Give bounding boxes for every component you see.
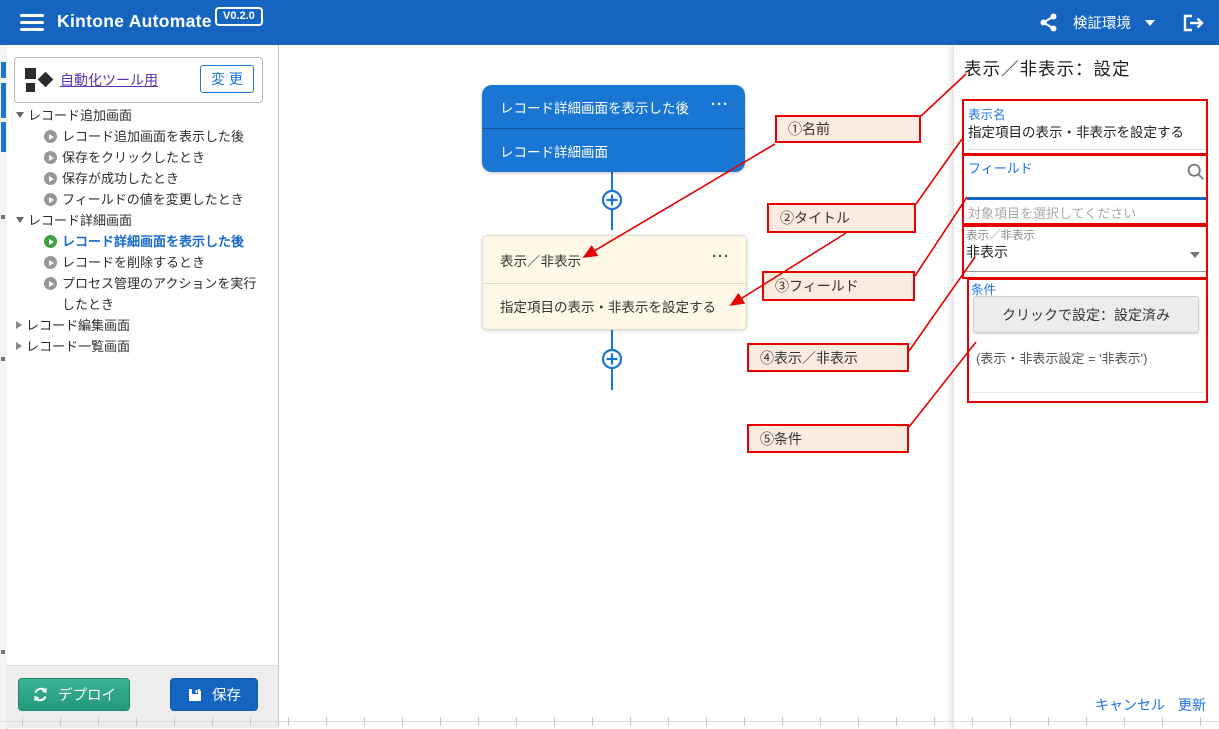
condition-summary: (表示・非表示設定 = '非表示') bbox=[976, 348, 1147, 367]
app-icon bbox=[25, 67, 51, 93]
tree-label: レコード追加画面を表示した後 bbox=[62, 126, 244, 147]
tree-label: レコードを削除するとき bbox=[62, 252, 205, 273]
deploy-button[interactable]: デプロイ bbox=[18, 678, 130, 711]
field-label: フィールド bbox=[968, 158, 1033, 177]
share-icon[interactable] bbox=[1038, 12, 1059, 33]
deploy-button-label: デプロイ bbox=[58, 684, 116, 705]
tree-item[interactable]: 保存をクリックしたとき bbox=[16, 147, 270, 168]
version-badge: V0.2.0 bbox=[215, 7, 263, 26]
search-icon[interactable] bbox=[1186, 162, 1206, 182]
node-menu-icon[interactable]: ··· bbox=[711, 96, 729, 113]
environment-selector[interactable]: 検証環境 bbox=[1073, 12, 1131, 33]
trigger-node-title: レコード詳細画面を表示した後 bbox=[500, 85, 705, 128]
field-input-underline bbox=[967, 197, 1206, 200]
play-icon bbox=[44, 256, 57, 269]
chevron-down-icon[interactable] bbox=[1145, 20, 1155, 26]
annotation-field: ③フィールド bbox=[762, 271, 915, 301]
cancel-link[interactable]: キャンセル bbox=[1095, 695, 1165, 715]
sync-icon bbox=[32, 686, 49, 703]
settings-panel: 表示／非表示：設定 表示名 指定項目の表示・非表示を設定する フィールド 対象項… bbox=[953, 45, 1219, 729]
tree-item[interactable]: プロセス管理のアクションを実行したとき bbox=[16, 273, 270, 315]
play-icon bbox=[44, 151, 57, 164]
tree-label: レコード一覧画面 bbox=[26, 336, 130, 357]
tree-label: レコード詳細画面 bbox=[28, 210, 132, 231]
tree-group[interactable]: レコード一覧画面 bbox=[16, 336, 270, 357]
tree-label: フィールドの値を変更したとき bbox=[62, 189, 244, 210]
tree-label: レコード追加画面 bbox=[28, 105, 132, 126]
tree-label: プロセス管理のアクションを実行したとき bbox=[62, 273, 267, 315]
tree-item[interactable]: レコード詳細画面を表示した後 bbox=[16, 231, 270, 252]
update-link[interactable]: 更新 bbox=[1178, 695, 1206, 715]
caret-right-icon bbox=[16, 342, 22, 350]
play-icon bbox=[44, 193, 57, 206]
trigger-node[interactable]: レコード詳細画面を表示した後 ··· レコード詳細画面 bbox=[482, 85, 745, 172]
tree-item[interactable]: フィールドの値を変更したとき bbox=[16, 189, 270, 210]
annotation-name: ①名前 bbox=[775, 115, 921, 143]
save-button-label: 保存 bbox=[212, 684, 241, 705]
logout-icon[interactable] bbox=[1181, 12, 1205, 34]
save-icon bbox=[187, 687, 203, 703]
play-icon bbox=[44, 235, 57, 248]
action-node-subtitle: 指定項目の表示・非表示を設定する bbox=[500, 284, 732, 328]
app-header: Kintone Automate V0.2.0 検証環境 bbox=[0, 0, 1219, 45]
add-step-icon[interactable] bbox=[600, 188, 624, 212]
trigger-node-subtitle: レコード詳細画面 bbox=[500, 129, 731, 172]
tree-group[interactable]: レコード詳細画面 bbox=[16, 210, 270, 231]
caret-down-icon bbox=[16, 112, 24, 118]
menu-icon[interactable] bbox=[20, 14, 44, 31]
app-selector-box: 自動化ツール用 変 更 bbox=[14, 57, 263, 103]
app-window: Kintone Automate V0.2.0 検証環境 bbox=[0, 0, 1219, 729]
annotation-condition: ⑤条件 bbox=[747, 424, 909, 453]
tree-item[interactable]: レコード追加画面を表示した後 bbox=[16, 126, 270, 147]
chevron-down-icon[interactable] bbox=[1190, 252, 1200, 258]
add-step-icon[interactable] bbox=[600, 347, 624, 371]
visibility-select[interactable]: 非表示 bbox=[966, 242, 1008, 262]
play-icon bbox=[44, 130, 57, 143]
bottom-ruler-ticks bbox=[22, 717, 1219, 726]
event-tree: レコード追加画面レコード追加画面を表示した後保存をクリックしたとき保存が成功した… bbox=[16, 105, 270, 357]
visibility-label: 表示／非表示 bbox=[966, 227, 1035, 243]
panel-title: 表示／非表示：設定 bbox=[964, 56, 1131, 81]
tree-item[interactable]: 保存が成功したとき bbox=[16, 168, 270, 189]
tree-label: 保存をクリックしたとき bbox=[62, 147, 205, 168]
tree-label: 保存が成功したとき bbox=[62, 168, 179, 189]
tree-item[interactable]: レコードを削除するとき bbox=[16, 252, 270, 273]
app-title: Kintone Automate bbox=[57, 11, 212, 32]
play-icon bbox=[44, 277, 57, 290]
action-node[interactable]: 表示／非表示 ··· 指定項目の表示・非表示を設定する bbox=[482, 235, 747, 330]
tree-group[interactable]: レコード編集画面 bbox=[16, 315, 270, 336]
field-input-placeholder[interactable]: 対象項目を選択してください bbox=[968, 203, 1136, 222]
node-menu-icon[interactable]: ··· bbox=[712, 248, 730, 265]
annotation-visibility: ④表示／非表示 bbox=[747, 343, 909, 372]
play-icon bbox=[44, 172, 57, 185]
save-button[interactable]: 保存 bbox=[170, 678, 258, 711]
condition-set-button[interactable]: クリックで設定：設定済み bbox=[973, 296, 1199, 333]
tree-group[interactable]: レコード追加画面 bbox=[16, 105, 270, 126]
change-app-button[interactable]: 変 更 bbox=[200, 65, 254, 93]
action-node-title: 表示／非表示 bbox=[500, 236, 706, 283]
display-name-input[interactable]: 指定項目の表示・非表示を設定する bbox=[968, 121, 1184, 141]
caret-right-icon bbox=[16, 321, 22, 329]
sidebar: 自動化ツール用 変 更 レコード追加画面レコード追加画面を表示した後保存をクリッ… bbox=[7, 45, 279, 727]
tree-label: レコード編集画面 bbox=[26, 315, 130, 336]
caret-down-icon bbox=[16, 217, 24, 223]
annotation-title: ②タイトル bbox=[767, 203, 916, 233]
app-link[interactable]: 自動化ツール用 bbox=[60, 70, 158, 90]
tree-label: レコード詳細画面を表示した後 bbox=[62, 231, 244, 252]
